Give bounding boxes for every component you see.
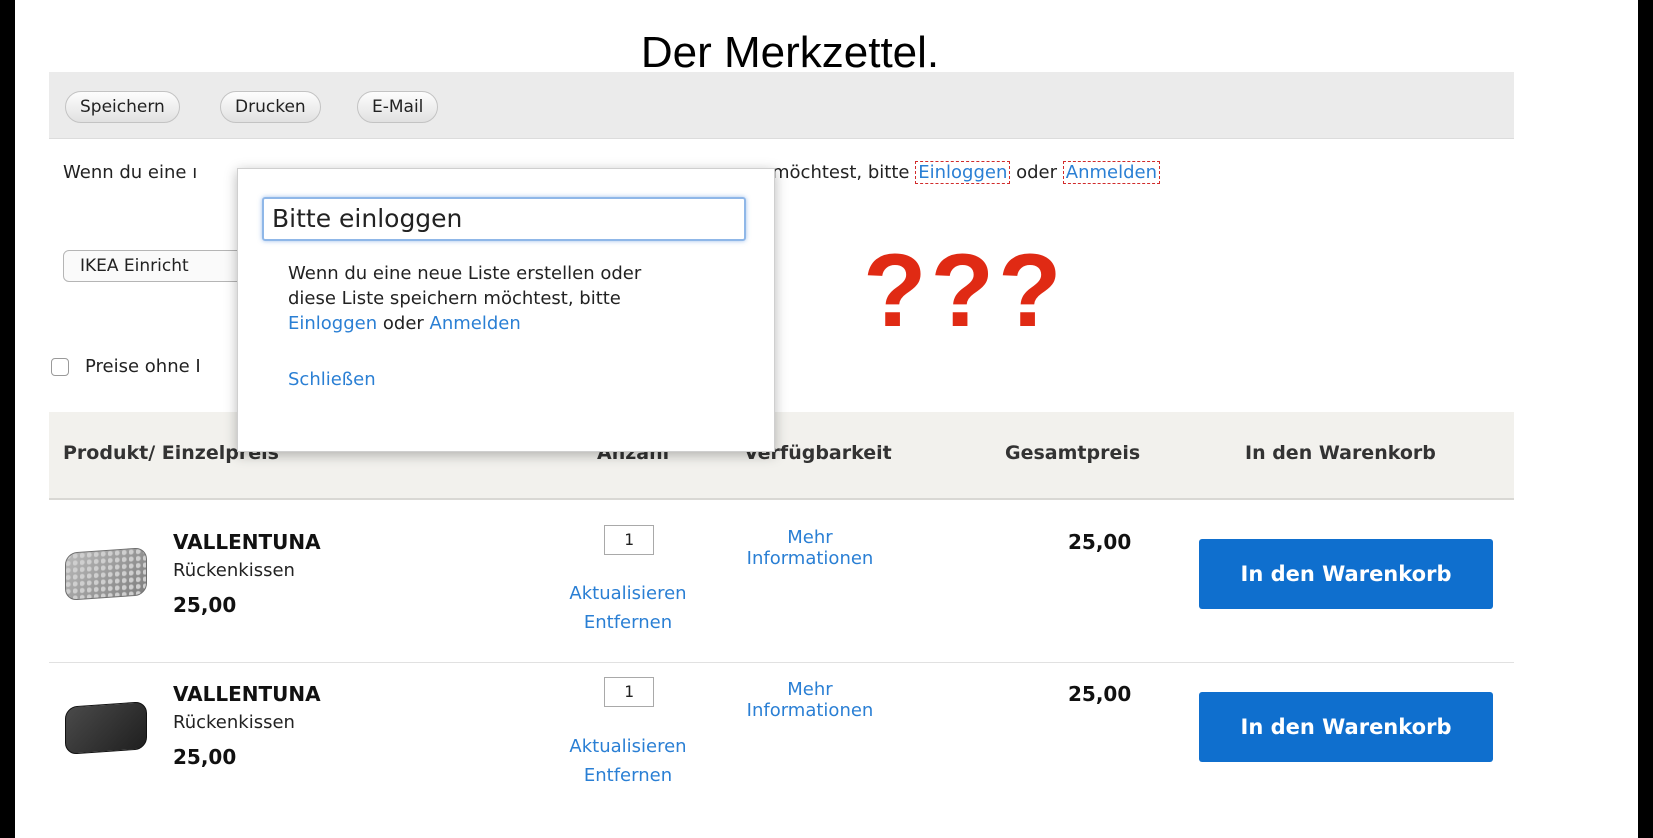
popup-message-line1: Wenn du eine neue Liste erstellen oder [288,263,642,284]
add-to-cart-button[interactable]: In den Warenkorb [1199,539,1493,609]
header-cart: In den Warenkorb [1245,442,1436,464]
quantity-field[interactable]: 1 [604,677,654,707]
remove-link[interactable]: Entfernen [553,765,703,786]
prices-checkbox[interactable] [51,358,69,376]
more-info-link[interactable]: Mehr Informationen [717,679,903,721]
update-link[interactable]: Aktualisieren [553,583,703,604]
list-toolbar: Speichern Drucken E-Mail [49,72,1514,139]
popup-or-text: oder [382,313,424,334]
header-total: Gesamtpreis [1005,442,1141,464]
product-price: 25,00 [173,745,237,769]
login-popup: Bitte einloggen Wenn du eine neue Liste … [237,168,775,452]
popup-message-line3: Einloggen oder Anmelden [288,311,758,336]
product-name[interactable]: VALLENTUNA [173,530,321,554]
register-link[interactable]: Anmelden [1062,161,1160,184]
line-total: 25,00 [1068,682,1132,706]
product-thumbnail[interactable] [65,701,147,755]
prices-checkbox-label: Preise ohne I [85,356,201,377]
print-button[interactable]: Drucken [220,91,321,123]
line-total: 25,00 [1068,530,1132,554]
more-info-line1: Mehr [787,527,833,548]
more-info-line2: Informationen [746,700,874,721]
popup-message-line2: diese Liste speichern möchtest, bitte [288,288,621,309]
more-info-link[interactable]: Mehr Informationen [717,527,903,569]
more-info-line2: Informationen [746,548,874,569]
remove-link[interactable]: Entfernen [553,612,703,633]
question-marks-annotation: ??? [863,233,1066,349]
product-price: 25,00 [173,593,237,617]
slide-title: Der Merkzettel. [640,28,940,77]
popup-title: Bitte einloggen [262,197,746,241]
popup-login-link[interactable]: Einloggen [288,313,377,334]
row-divider [49,662,1514,663]
or-text: oder [1016,162,1058,183]
product-thumbnail[interactable] [65,547,147,601]
quantity-field[interactable]: 1 [604,525,654,555]
product-name[interactable]: VALLENTUNA [173,682,321,706]
product-description: Rückenkissen [173,712,295,733]
popup-close-link[interactable]: Schließen [288,369,376,390]
slide-frame: Der Merkzettel. Speichern Drucken E-Mail… [15,0,1638,838]
login-hint-text: Wenn du eine ı [63,162,198,183]
login-hint-suffix: möchtest, bitte [772,162,910,183]
save-button[interactable]: Speichern [65,91,180,123]
login-hint-continued: möchtest, bitte Einloggen oder Anmelden [772,161,1160,184]
popup-message: Wenn du eine neue Liste erstellen oder d… [288,261,758,336]
login-link[interactable]: Einloggen [915,161,1011,184]
product-description: Rückenkissen [173,560,295,581]
update-link[interactable]: Aktualisieren [553,736,703,757]
more-info-line1: Mehr [787,679,833,700]
add-to-cart-button[interactable]: In den Warenkorb [1199,692,1493,762]
email-button[interactable]: E-Mail [357,91,439,123]
popup-register-link[interactable]: Anmelden [430,313,521,334]
